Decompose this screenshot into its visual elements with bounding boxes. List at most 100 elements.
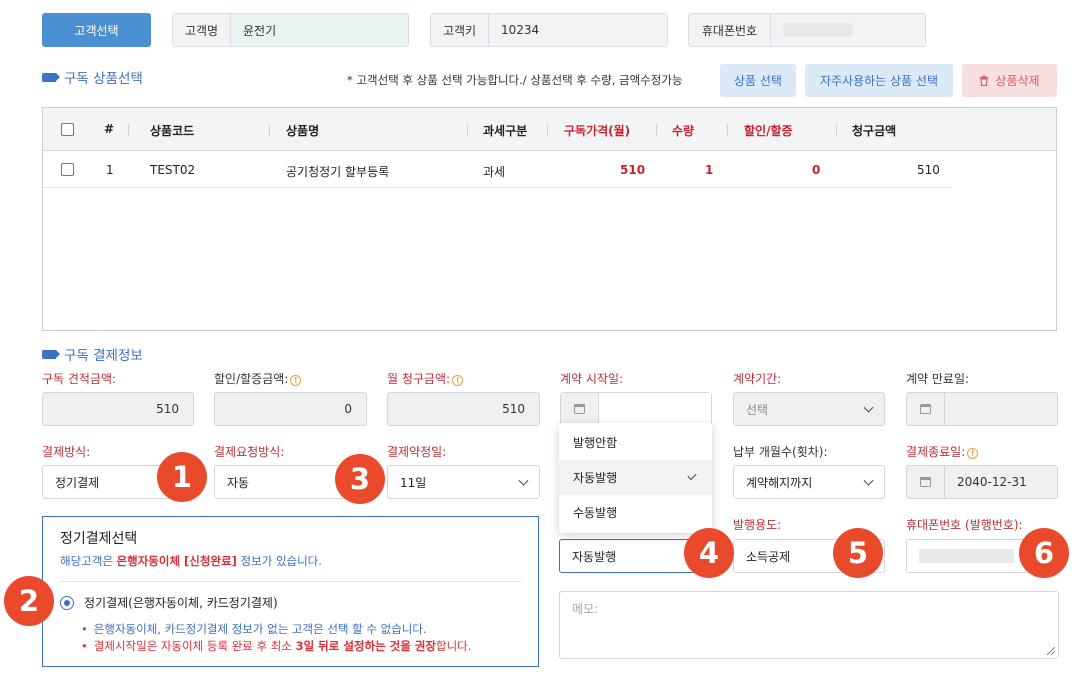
annotation-badge-1: 1 xyxy=(157,452,207,502)
contract-start-value[interactable] xyxy=(599,393,711,425)
phone-redacted xyxy=(783,23,853,37)
col-tax-type: 과세구분 xyxy=(483,124,528,138)
product-notice: * 고객선택 후 상품 선택 가능합니다./ 상품선택 후 수량, 금액수정가능 xyxy=(347,73,683,87)
resize-grip-icon[interactable] xyxy=(1047,647,1055,655)
annotation-badge-3: 3 xyxy=(335,454,385,504)
discount-amount-input: 0 xyxy=(214,392,367,426)
payment-day-label: 결제약정일: xyxy=(387,445,447,459)
chevron-down-icon xyxy=(863,475,874,486)
monthly-amount-input: 510 xyxy=(387,392,540,426)
calendar-icon xyxy=(574,404,585,414)
select-all-checkbox[interactable] xyxy=(61,123,74,136)
chevron-down-icon xyxy=(863,402,874,413)
row-product-code: TEST02 xyxy=(150,163,196,177)
col-quantity: 수량 xyxy=(672,124,695,138)
regular-payment-title: 정기결제선택 xyxy=(60,531,138,547)
table-row[interactable]: 1 TEST02 공기청정기 할부등록 과세 510 1 0 510 xyxy=(43,151,952,188)
contract-period-value: 선택 xyxy=(746,402,769,417)
phone-value xyxy=(771,14,925,46)
tag-icon xyxy=(42,72,60,82)
contract-end-value xyxy=(945,393,1057,425)
product-section-title: 구독 상품선택 xyxy=(42,67,143,87)
trash-icon xyxy=(980,75,989,86)
tag-icon xyxy=(42,349,60,359)
check-icon xyxy=(687,470,697,481)
issue-type-dropdown[interactable]: 발행안함 자동발행 수동발행 xyxy=(559,423,712,533)
monthly-amount-label: 월 청구금액:! xyxy=(387,370,464,387)
col-separator xyxy=(128,124,129,136)
col-product-name: 상품명 xyxy=(286,124,320,138)
regular-payment-info: 해당고객은 은행자동이체 [신청완료] 정보가 있습니다. xyxy=(60,554,322,568)
product-table: # 상품코드 상품명 과세구분 구독가격(월) 수량 할인/할증 청구금액 1 … xyxy=(42,107,1057,331)
info-icon: ! xyxy=(452,375,464,386)
product-section-title-text: 구독 상품선택 xyxy=(64,71,143,87)
payment-end-label: 결제종료일:! xyxy=(906,443,979,460)
discount-amount-label: 할인/할증금액:! xyxy=(214,370,302,387)
payment-end-input: 2040-12-31 xyxy=(906,465,1058,499)
payment-months-select[interactable]: 계약해지까지 xyxy=(733,465,885,499)
payment-months-value: 계약해지까지 xyxy=(746,475,813,490)
contract-period-select[interactable]: 선택 xyxy=(733,392,885,426)
row-tax-type: 과세 xyxy=(483,165,506,179)
regular-payment-note-2: • 결제시작일은 자동이체 등록 완료 후 최소 3일 뒤로 설정하는 것을 권장… xyxy=(81,639,472,653)
row-quantity[interactable]: 1 xyxy=(705,163,713,177)
contract-period-label: 계약기간: xyxy=(733,372,782,386)
radio-selected-icon[interactable] xyxy=(60,595,74,610)
frequent-product-button[interactable]: 자주사용하는 상품 선택 xyxy=(805,64,953,97)
col-number: # xyxy=(104,122,115,136)
phone-field: 휴대폰번호 xyxy=(688,13,926,47)
calendar-icon-wrap xyxy=(907,466,945,498)
delete-product-label: 상품삭제 xyxy=(995,74,1040,88)
dropdown-option-auto[interactable]: 자동발행 xyxy=(559,460,712,495)
regular-payment-panel: 정기결제선택 해당고객은 은행자동이체 [신청완료] 정보가 있습니다. 정기결… xyxy=(42,516,539,667)
calendar-icon xyxy=(920,477,931,487)
annotation-badge-6: 6 xyxy=(1019,528,1069,578)
customer-name-field: 고객명 윤전기 xyxy=(172,13,409,47)
col-separator xyxy=(656,124,657,136)
annotation-badge-5: 5 xyxy=(833,528,883,578)
dropdown-option-manual[interactable]: 수동발행 xyxy=(559,495,712,530)
contract-end-input xyxy=(906,392,1058,426)
contract-start-label: 계약 시작일: xyxy=(560,372,624,386)
col-separator xyxy=(836,124,837,136)
payment-end-value: 2040-12-31 xyxy=(957,475,1027,489)
col-discount: 할인/할증 xyxy=(744,124,793,138)
select-product-button[interactable]: 상품 선택 xyxy=(720,64,796,97)
col-monthly-price: 구독가격(월) xyxy=(564,124,631,138)
payment-section-title: 구독 결제정보 xyxy=(42,344,143,364)
calendar-icon-wrap[interactable] xyxy=(561,393,599,425)
info-icon: ! xyxy=(967,448,979,459)
annotation-badge-4: 4 xyxy=(684,528,734,578)
annotation-badge-2: 2 xyxy=(4,576,54,626)
quote-amount-input: 510 xyxy=(42,392,194,426)
row-number: 1 xyxy=(106,163,114,177)
panel-divider xyxy=(60,581,522,582)
row-discount[interactable]: 0 xyxy=(812,163,820,177)
row-checkbox[interactable] xyxy=(61,163,74,176)
chevron-down-icon xyxy=(518,475,529,486)
payment-day-select[interactable]: 11일 xyxy=(387,465,540,499)
customer-key-value: 10234 xyxy=(489,14,667,46)
customer-key-field: 고객키 10234 xyxy=(430,13,668,47)
row-product-name: 공기청정기 할부등록 xyxy=(286,165,390,179)
delete-product-button[interactable]: 상품삭제 xyxy=(962,64,1057,97)
customer-key-label: 고객키 xyxy=(431,14,489,46)
memo-placeholder: 메모: xyxy=(572,602,599,616)
calendar-icon-wrap xyxy=(907,393,945,425)
memo-textarea[interactable]: 메모: xyxy=(559,591,1059,659)
col-amount: 청구금액 xyxy=(852,124,897,138)
col-product-code: 상품코드 xyxy=(150,124,195,138)
payment-method-label: 결제방식: xyxy=(42,445,91,459)
regular-payment-note-1: • 은행자동이체, 카드정기결제 정보가 없는 고객은 선택 할 수 없습니다. xyxy=(81,622,427,636)
payment-section-title-text: 구독 결제정보 xyxy=(64,348,143,364)
dropdown-option-none[interactable]: 발행안함 xyxy=(559,425,712,460)
select-customer-button[interactable]: 고객선택 xyxy=(42,13,151,47)
regular-payment-radio-label: 정기결제(은행자동이체, 카드정기결제) xyxy=(84,596,278,610)
contract-start-input[interactable] xyxy=(560,392,712,426)
col-separator xyxy=(269,124,270,136)
dropdown-option-auto-label: 자동발행 xyxy=(573,471,618,485)
regular-payment-radio[interactable]: 정기결제(은행자동이체, 카드정기결제) xyxy=(60,594,278,611)
customer-name-label: 고객명 xyxy=(173,14,231,46)
col-separator xyxy=(547,124,548,136)
row-monthly-price[interactable]: 510 xyxy=(620,163,645,177)
